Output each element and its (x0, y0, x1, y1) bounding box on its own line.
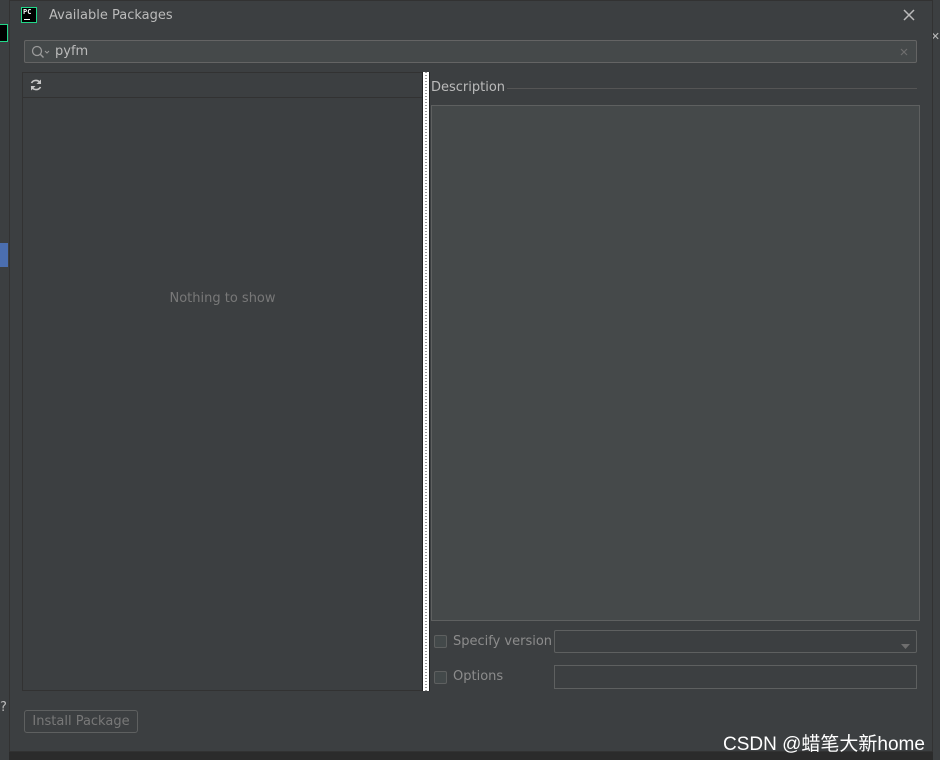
background-help-icon: ? (0, 700, 7, 715)
app-icon-text: PC (23, 8, 32, 16)
install-package-button[interactable]: Install Package (24, 710, 138, 733)
options-input[interactable] (554, 665, 917, 689)
dialog-title: Available Packages (49, 8, 173, 23)
options-checkbox[interactable] (434, 671, 447, 684)
panel-splitter[interactable] (422, 72, 430, 691)
chevron-down-icon (901, 639, 910, 654)
package-list-toolbar (23, 73, 422, 98)
clear-icon[interactable] (899, 46, 909, 61)
background-selection (0, 243, 8, 267)
options-label: Options (453, 669, 504, 684)
watermark-text: CSDN @蜡笔大新home (723, 734, 925, 755)
version-select[interactable] (554, 630, 917, 653)
background-app-icon (0, 24, 8, 42)
close-icon[interactable] (900, 6, 918, 24)
specify-version-label: Specify version (453, 634, 553, 649)
search-value: pyfm (55, 44, 89, 59)
refresh-icon[interactable] (29, 78, 43, 96)
background-ide-left: ? (0, 0, 9, 760)
empty-list-message: Nothing to show (169, 291, 276, 306)
specify-version-checkbox[interactable] (434, 635, 447, 648)
description-label: Description (431, 80, 506, 95)
package-list-panel: Nothing to show (22, 72, 423, 691)
search-input[interactable]: pyfm (24, 40, 917, 63)
title-bar: PC Available Packages (10, 1, 932, 31)
background-ide-right: ✕ (931, 0, 940, 760)
pycharm-icon: PC (21, 7, 37, 23)
search-icon (30, 44, 50, 64)
description-divider (507, 88, 917, 89)
available-packages-dialog: PC Available Packages pyfm Nothing to sh… (9, 0, 933, 752)
description-area (431, 105, 920, 621)
